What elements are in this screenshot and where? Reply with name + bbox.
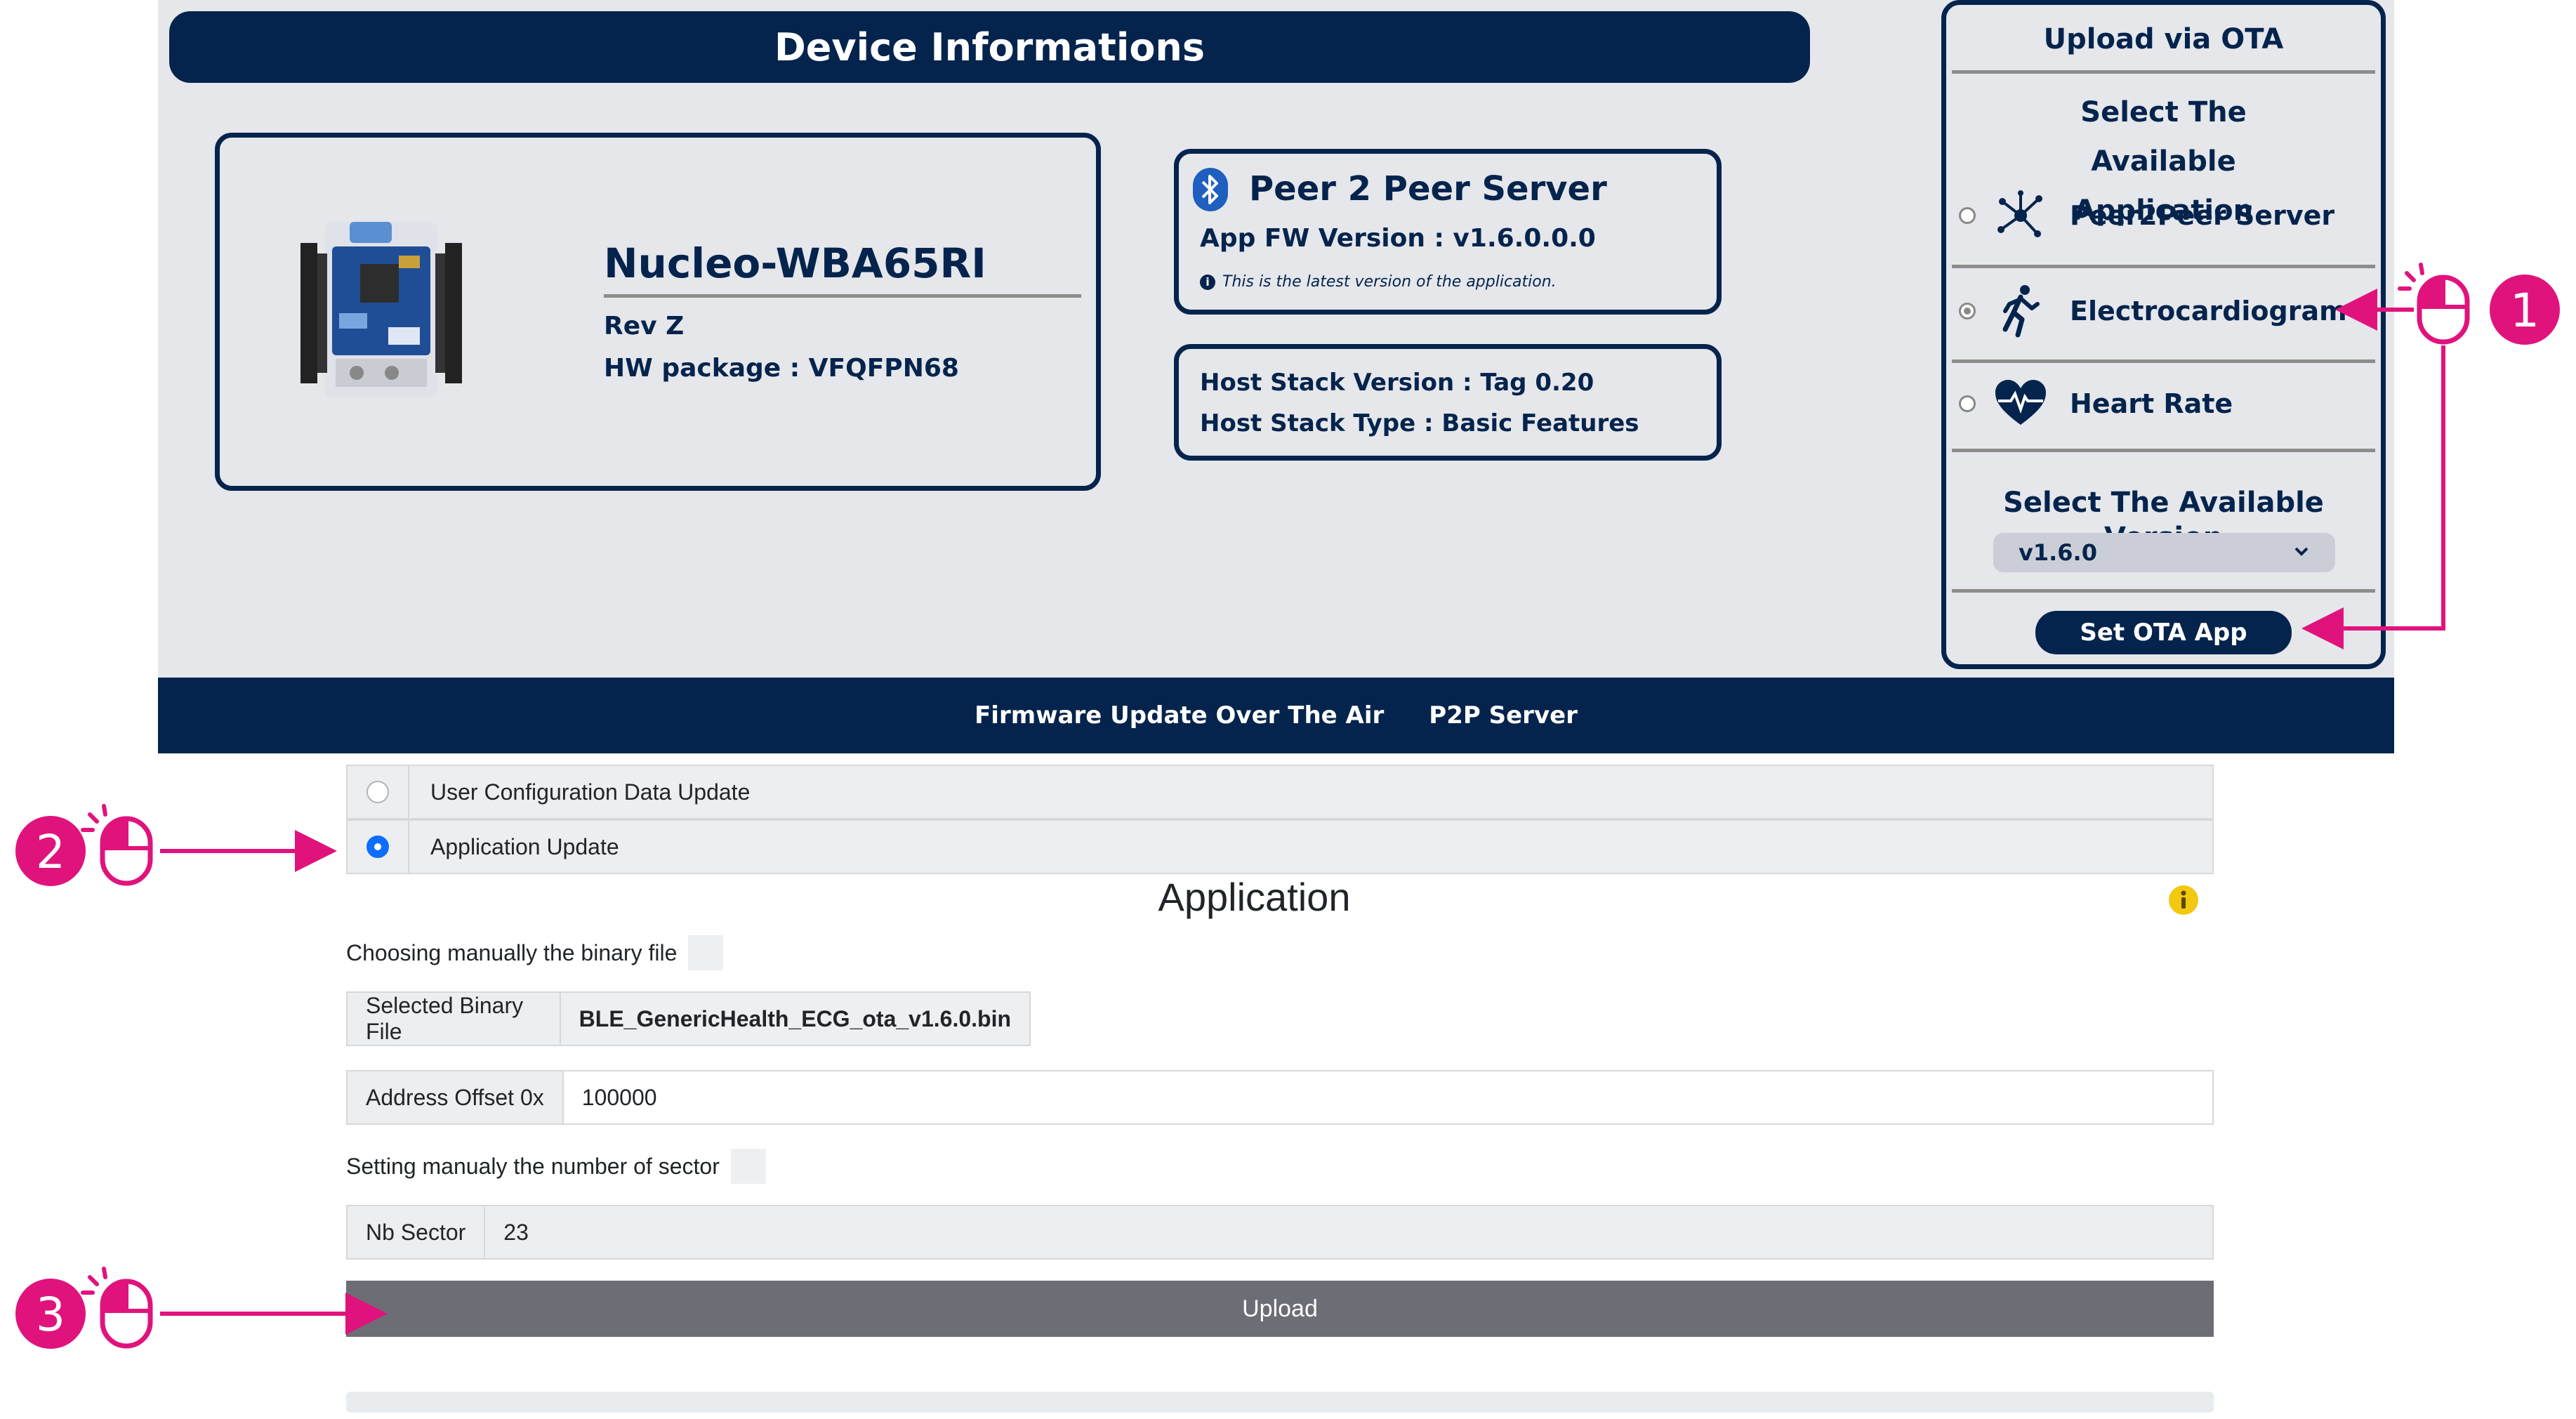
set-ota-app-button[interactable]: Set OTA App <box>2035 611 2292 654</box>
heart-pulse-icon <box>1995 380 2046 425</box>
host-stack-type: Host Stack Type : Basic Features <box>1200 409 1639 437</box>
ota-app-option-electrocardiogram[interactable]: Electrocardiogram <box>1959 283 2373 339</box>
ota-app-label: Peer2Peer Server <box>2070 200 2335 231</box>
selected-file-group: Selected Binary File BLE_GenericHealth_E… <box>346 991 1031 1046</box>
app-title: Peer 2 Peer Server <box>1249 169 1607 209</box>
version-select-value: v1.6.0 <box>2019 539 2097 566</box>
selected-file-label: Selected Binary File <box>348 993 561 1045</box>
mouse-click-icon <box>83 806 150 883</box>
radio-button[interactable] <box>1959 207 1976 224</box>
ota-divider <box>1952 70 2375 74</box>
board-card: Nucleo-WBA65RI Rev Z HW package : VFQFPN… <box>215 133 1101 491</box>
option-application-update[interactable]: Application Update <box>346 819 2214 874</box>
app-version-note: i This is the latest version of the appl… <box>1200 273 1557 291</box>
device-info-header: Device Informations <box>169 11 1810 83</box>
device-info-panel: Device Informations Nucleo-WBA65RI Rev Z… <box>158 0 2394 678</box>
upload-progress-bar <box>346 1392 2214 1413</box>
ota-divider <box>1952 449 2375 452</box>
radio-button[interactable] <box>1959 395 1976 412</box>
radio-button-selected[interactable] <box>366 836 389 858</box>
nucleo-board-image <box>300 222 462 397</box>
board-name: Nucleo-WBA65RI <box>604 239 986 287</box>
mouse-click-icon <box>83 1269 150 1346</box>
host-stack-card: Host Stack Version : Tag 0.20 Host Stack… <box>1174 344 1722 461</box>
nb-sector-input[interactable]: 23 <box>485 1206 2212 1258</box>
option-label: User Configuration Data Update <box>430 779 751 805</box>
info-icon[interactable] <box>2168 885 2199 916</box>
application-heading: Application <box>1158 875 1351 919</box>
app-fw-version: App FW Version : v1.6.0.0.0 <box>1200 224 1596 253</box>
radio-button-selected[interactable] <box>1959 303 1976 319</box>
chevron-down-icon <box>2294 547 2309 556</box>
option-label: Application Update <box>430 833 619 859</box>
address-offset-input[interactable]: 100000 <box>563 1071 2212 1123</box>
set-sector-label: Setting manualy the number of sector <box>346 1153 720 1179</box>
ota-app-option-heart-rate[interactable]: Heart Rate <box>1959 376 2373 432</box>
choose-binary-manually: Choosing manually the binary file <box>346 935 724 970</box>
version-select[interactable]: v1.6.0 <box>1993 533 2335 572</box>
bluetooth-icon <box>1193 168 1228 211</box>
choose-binary-checkbox[interactable] <box>688 935 724 970</box>
radio-button[interactable] <box>366 781 389 803</box>
nb-sector-group: Nb Sector 23 <box>346 1205 2214 1260</box>
selected-file-value: BLE_GenericHealth_ECG_ota_v1.6.0.bin <box>560 993 1029 1045</box>
nb-sector-label: Nb Sector <box>348 1206 486 1258</box>
ota-app-option-peer2peer[interactable]: Peer2Peer Server <box>1959 187 2373 244</box>
network-nodes-icon <box>1997 190 2042 237</box>
ota-divider <box>1952 589 2375 593</box>
board-revision: Rev Z <box>604 312 685 341</box>
set-sector-manually: Setting manualy the number of sector <box>346 1149 766 1184</box>
upload-button[interactable]: Upload <box>346 1281 2214 1337</box>
svg-text:2: 2 <box>36 825 65 879</box>
set-sector-checkbox[interactable] <box>730 1149 766 1184</box>
address-offset-group: Address Offset 0x 100000 <box>346 1070 2214 1125</box>
mouse-click-icon <box>2400 265 2467 342</box>
callout-3: 3 <box>15 1269 388 1349</box>
svg-text:3: 3 <box>36 1288 65 1342</box>
board-hw-package: HW package : VFQFPN68 <box>604 354 959 383</box>
ota-app-label: Electrocardiogram <box>2070 296 2347 326</box>
address-offset-label: Address Offset 0x <box>348 1071 564 1123</box>
svg-text:1: 1 <box>2510 284 2539 338</box>
running-person-icon <box>2002 285 2040 338</box>
ota-panel: Upload via OTA Select The Available Appl… <box>1941 0 2386 669</box>
nav-link-fuota[interactable]: Firmware Update Over The Air <box>975 701 1384 730</box>
nav-link-p2p-server[interactable]: P2P Server <box>1429 701 1578 730</box>
app-info-card: Peer 2 Peer Server App FW Version : v1.6… <box>1174 149 1722 315</box>
choose-binary-label: Choosing manually the binary file <box>346 939 678 965</box>
app-version-note-text: This is the latest version of the applic… <box>1222 273 1557 291</box>
ota-title: Upload via OTA <box>2043 23 2284 55</box>
ota-divider <box>1952 359 2375 363</box>
ota-divider <box>1952 265 2375 268</box>
nav-bar: Firmware Update Over The Air P2P Server <box>158 678 2394 753</box>
info-icon: i <box>1200 274 1215 290</box>
board-divider <box>604 294 1081 298</box>
option-user-config-update[interactable]: User Configuration Data Update <box>346 765 2214 819</box>
ota-app-label: Heart Rate <box>2070 388 2233 419</box>
host-stack-version: Host Stack Version : Tag 0.20 <box>1200 369 1594 397</box>
